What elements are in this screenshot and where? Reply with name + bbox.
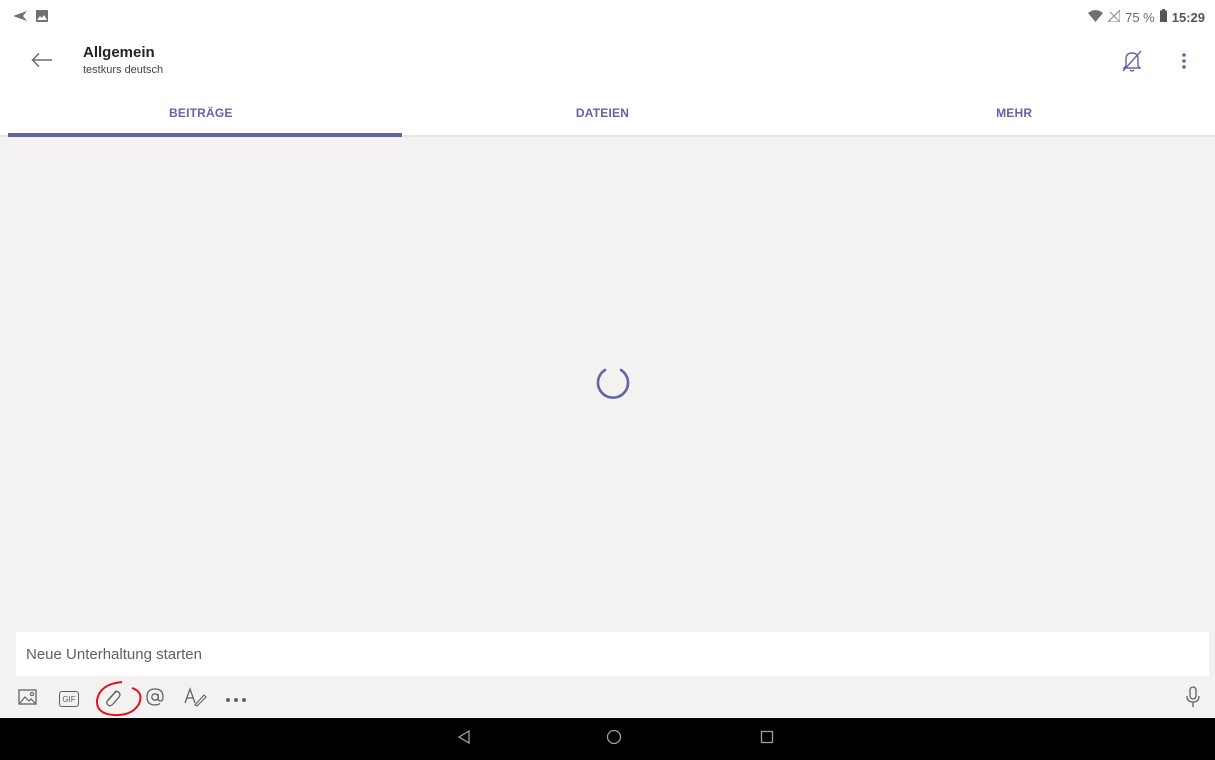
attach-button[interactable] bbox=[98, 685, 126, 713]
more-vertical-icon bbox=[1181, 52, 1187, 75]
microphone-icon bbox=[1185, 685, 1201, 713]
more-horizontal-icon bbox=[225, 690, 247, 708]
tab-dateien[interactable]: DATEIEN bbox=[402, 92, 804, 135]
format-icon bbox=[184, 686, 208, 712]
microphone-button[interactable] bbox=[1179, 685, 1207, 713]
image-icon bbox=[18, 688, 38, 711]
system-navigation-bar bbox=[0, 718, 1215, 760]
team-subtitle: testkurs deutsch bbox=[83, 64, 164, 76]
image-button[interactable] bbox=[14, 685, 42, 713]
compose-area: GIF bbox=[0, 632, 1215, 718]
more-actions-button[interactable] bbox=[222, 685, 250, 713]
wifi-icon bbox=[1088, 9, 1104, 25]
channel-tabs: BEITRÄGE DATEIEN MEHR bbox=[0, 92, 1215, 137]
channel-header: Allgemein testkurs deutsch bbox=[0, 34, 1215, 92]
signal-icon bbox=[1106, 8, 1121, 25]
back-arrow-icon bbox=[31, 52, 53, 73]
gif-button[interactable]: GIF bbox=[55, 685, 83, 713]
notifications-button[interactable] bbox=[1119, 50, 1145, 76]
gif-label: GIF bbox=[62, 694, 76, 704]
circle-home-icon bbox=[606, 729, 622, 750]
new-conversation-input[interactable] bbox=[16, 632, 1209, 676]
status-bar-right: 75 % 15:29 bbox=[1088, 8, 1205, 25]
more-options-button[interactable] bbox=[1172, 50, 1196, 76]
title-block: Allgemein testkurs deutsch bbox=[83, 44, 163, 77]
battery-icon bbox=[1159, 9, 1167, 25]
bell-off-icon bbox=[1121, 49, 1143, 78]
back-button[interactable] bbox=[28, 48, 56, 76]
battery-percent: 75 % bbox=[1125, 9, 1155, 25]
clock: 15:29 bbox=[1171, 9, 1205, 25]
loading-spinner-icon bbox=[596, 368, 630, 399]
status-bar-left bbox=[12, 9, 48, 27]
nav-back-button[interactable] bbox=[452, 727, 476, 751]
nav-home-button[interactable] bbox=[602, 727, 626, 751]
tab-mehr[interactable]: MEHR bbox=[803, 92, 1215, 135]
send-notification-icon bbox=[12, 9, 28, 27]
triangle-back-icon bbox=[457, 729, 471, 749]
status-bar: 75 % 15:29 bbox=[0, 0, 1215, 34]
mention-icon bbox=[145, 687, 165, 712]
gif-icon: GIF bbox=[59, 691, 79, 707]
square-recents-icon bbox=[760, 730, 774, 749]
tab-beitraege[interactable]: BEITRÄGE bbox=[0, 92, 402, 137]
attach-icon bbox=[102, 686, 122, 713]
mention-button[interactable] bbox=[141, 685, 169, 713]
format-button[interactable] bbox=[182, 685, 210, 713]
gallery-notification-icon bbox=[36, 9, 48, 27]
compose-toolbar: GIF bbox=[0, 682, 1215, 716]
nav-recents-button[interactable] bbox=[755, 727, 779, 751]
conversation-area bbox=[0, 137, 1215, 632]
channel-title: Allgemein bbox=[83, 44, 155, 61]
